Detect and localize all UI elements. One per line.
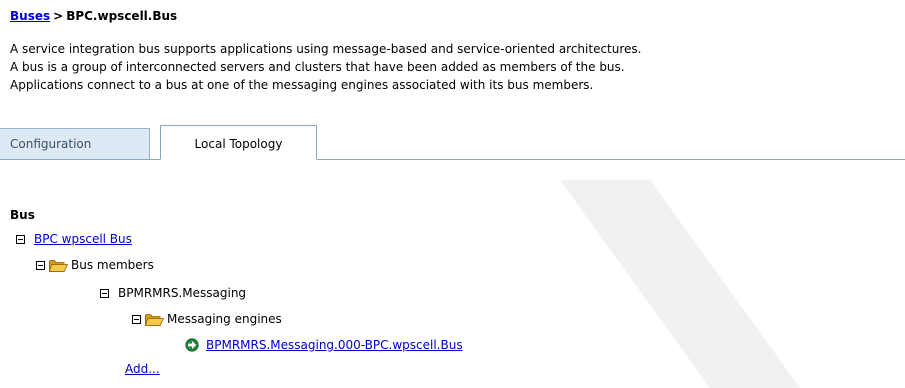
collapse-toggle-icon[interactable] [16,234,25,244]
collapse-toggle-icon[interactable] [100,288,109,298]
description-line: A bus is a group of interconnected serve… [10,60,625,74]
tree-node-member: BPMRMRS.Messaging [100,284,246,302]
topology-heading: Bus [10,208,35,222]
messaging-engines-label: Messaging engines [167,312,282,326]
breadcrumb: Buses > BPC.wpscell.Bus [10,9,177,23]
tab-configuration[interactable]: Configuration [0,128,150,159]
breadcrumb-separator: > [53,9,64,23]
tree-node-engine: BPMRMRS.Messaging.000-BPC.wpscell.Bus [185,336,463,354]
tree-node-messaging-engines: Messaging engines [132,310,282,328]
bus-members-label: Bus members [71,258,154,272]
tree-node-bus: BPC wpscell Bus [16,230,132,248]
tab-bar: Configuration Local Topology [0,125,905,161]
page-description: A service integration bus supports appli… [10,40,905,94]
collapse-toggle-icon[interactable] [36,260,45,270]
messaging-engine-link[interactable]: BPMRMRS.Messaging.000-BPC.wpscell.Bus [206,338,463,352]
description-line: Applications connect to a bus at one of … [10,78,594,92]
description-line: A service integration bus supports appli… [10,42,642,56]
local-topology-page: Buses > BPC.wpscell.Bus A service integrat… [0,0,905,388]
tab-local-topology[interactable]: Local Topology [160,125,317,160]
open-folder-icon [145,313,164,326]
tab-baseline [0,159,905,160]
messaging-engine-started-icon [185,338,199,352]
tree-node-bus-members: Bus members [36,256,154,274]
breadcrumb-link-buses[interactable]: Buses [10,9,50,23]
breadcrumb-current: BPC.wpscell.Bus [66,9,178,23]
tree-node-add: Add... [125,360,160,378]
collapse-toggle-icon[interactable] [132,314,141,324]
open-folder-icon [49,259,68,272]
member-name: BPMRMRS.Messaging [118,286,247,300]
add-link[interactable]: Add... [125,362,160,376]
bus-link[interactable]: BPC wpscell Bus [34,232,132,246]
